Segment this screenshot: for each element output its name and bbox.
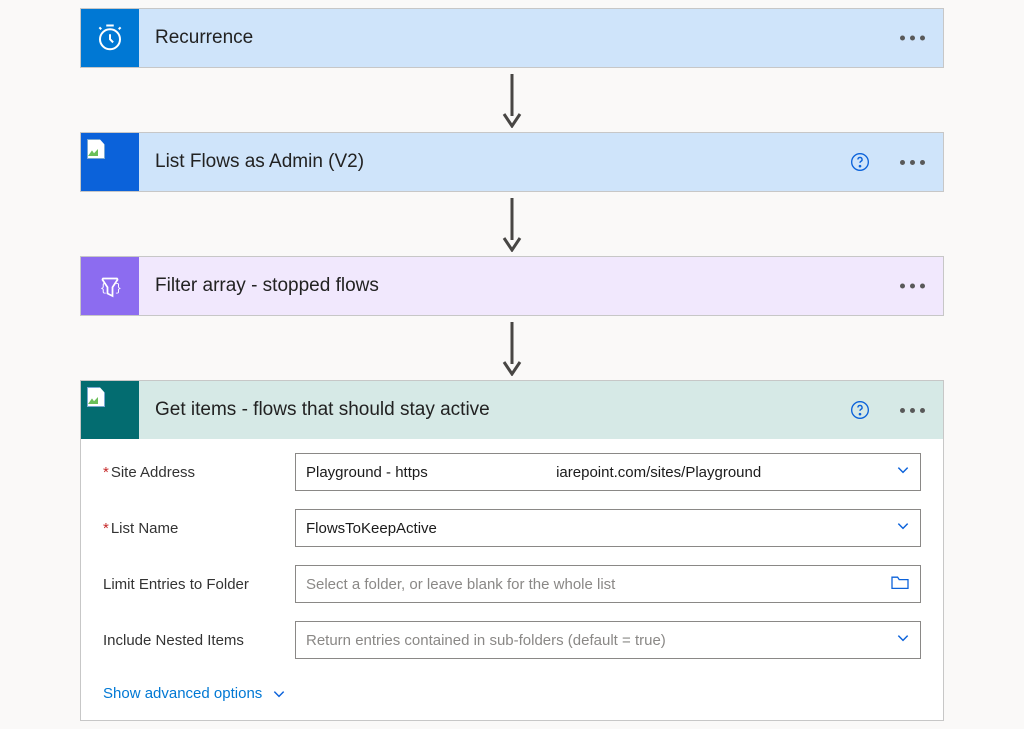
- connector-arrow: [500, 316, 524, 380]
- field-label: Include Nested Items: [103, 632, 295, 649]
- step-title: Get items - flows that should stay activ…: [155, 399, 490, 421]
- field-label: *Site Address: [103, 464, 295, 481]
- field-site-address: *Site Address Playground - https iarepoi…: [103, 453, 921, 491]
- svg-text:}: }: [115, 283, 122, 295]
- site-address-dropdown[interactable]: Playground - https iarepoint.com/sites/P…: [295, 453, 921, 491]
- step-list-flows-admin[interactable]: List Flows as Admin (V2): [80, 132, 944, 192]
- step-menu-button[interactable]: [896, 32, 929, 45]
- folder-icon[interactable]: [890, 574, 910, 590]
- step-title: Filter array - stopped flows: [155, 275, 379, 297]
- chevron-down-icon: [896, 631, 910, 645]
- field-list-name: *List Name FlowsToKeepActive: [103, 509, 921, 547]
- field-label: Limit Entries to Folder: [103, 576, 295, 593]
- help-icon[interactable]: [850, 152, 870, 172]
- field-label: *List Name: [103, 520, 295, 537]
- step-header[interactable]: Get items - flows that should stay activ…: [81, 381, 943, 439]
- include-nested-dropdown[interactable]: Return entries contained in sub-folders …: [295, 621, 921, 659]
- chevron-down-icon: [896, 519, 910, 533]
- svg-text:{: {: [100, 283, 107, 295]
- step-title: Recurrence: [155, 27, 253, 49]
- show-advanced-options-link[interactable]: Show advanced options: [103, 685, 286, 702]
- connector-arrow: [500, 68, 524, 132]
- clock-icon: [81, 9, 139, 67]
- step-get-items: Get items - flows that should stay activ…: [80, 380, 944, 721]
- limit-entries-input[interactable]: Select a folder, or leave blank for the …: [295, 565, 921, 603]
- flow-designer-canvas: Recurrence List Flows as Admin (V2): [0, 8, 1024, 721]
- list-name-dropdown[interactable]: FlowsToKeepActive: [295, 509, 921, 547]
- connector-arrow: [500, 192, 524, 256]
- field-include-nested: Include Nested Items Return entries cont…: [103, 621, 921, 659]
- flow-icon: [81, 133, 139, 191]
- chevron-down-icon: [896, 463, 910, 477]
- step-recurrence[interactable]: Recurrence: [80, 8, 944, 68]
- step-title: List Flows as Admin (V2): [155, 151, 364, 173]
- filter-icon: { }: [81, 257, 139, 315]
- step-menu-button[interactable]: [896, 280, 929, 293]
- field-limit-entries: Limit Entries to Folder Select a folder,…: [103, 565, 921, 603]
- step-menu-button[interactable]: [896, 156, 929, 169]
- sharepoint-icon: [81, 381, 139, 439]
- step-menu-button[interactable]: [896, 404, 929, 417]
- step-filter-array[interactable]: { } Filter array - stopped flows: [80, 256, 944, 316]
- chevron-down-icon: [272, 687, 286, 701]
- help-icon[interactable]: [850, 400, 870, 420]
